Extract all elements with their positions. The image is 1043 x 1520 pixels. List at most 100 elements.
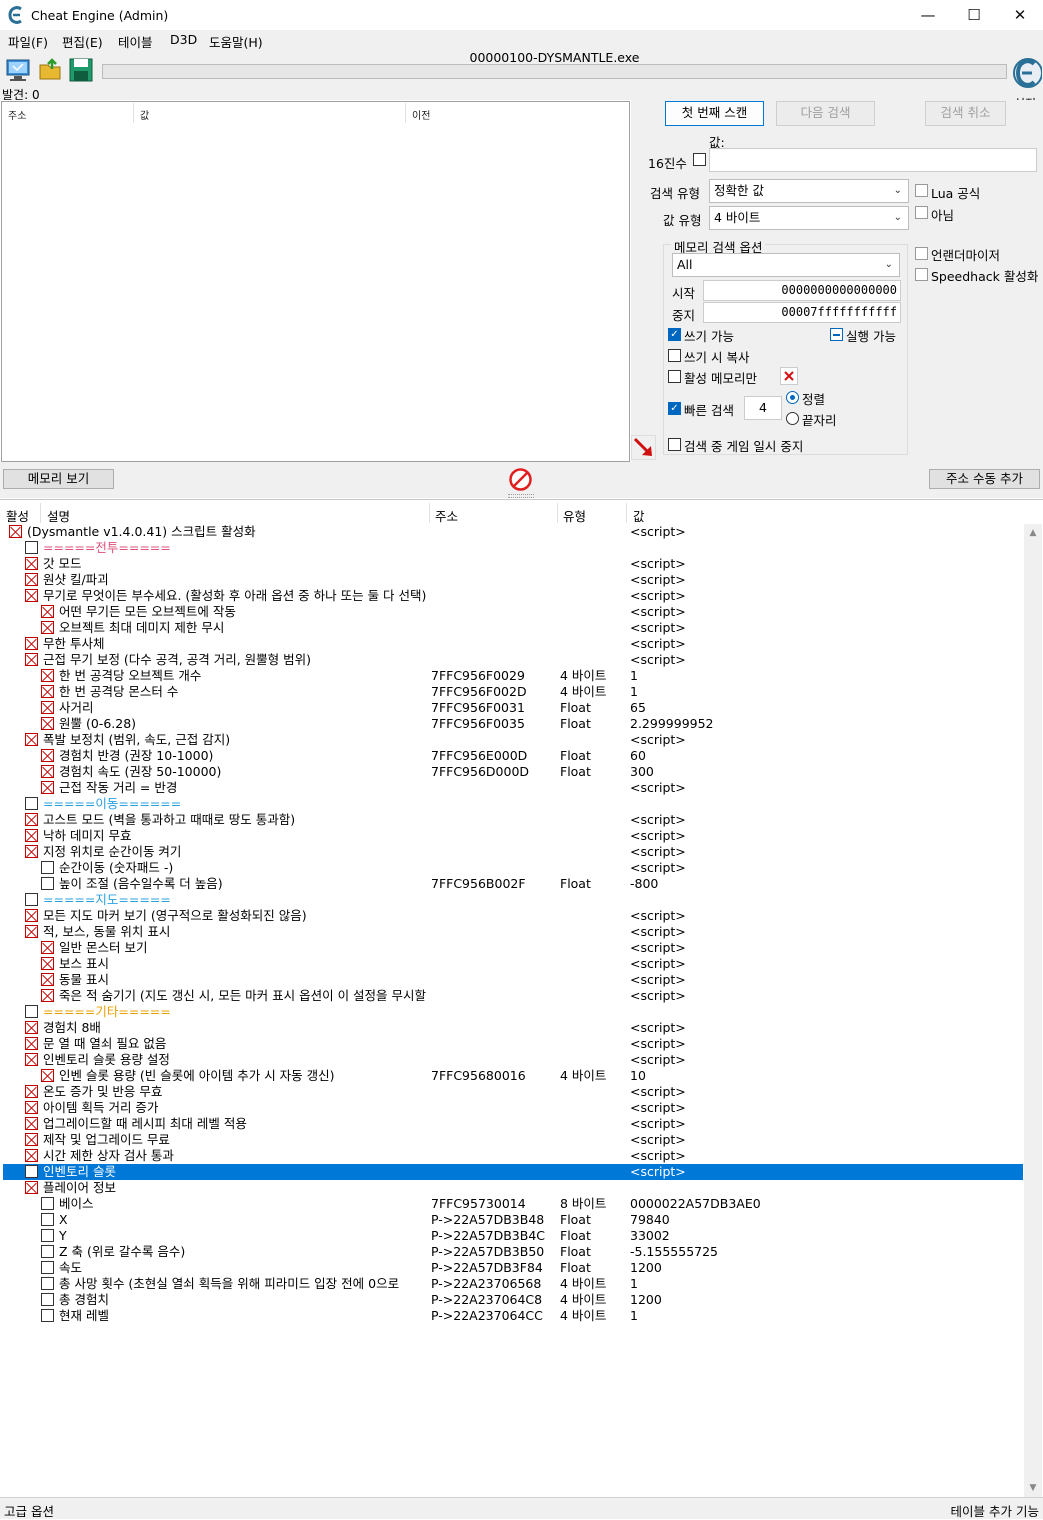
unrandomizer-checkbox[interactable] bbox=[915, 247, 928, 260]
writable-checkbox[interactable]: ✓ bbox=[668, 328, 681, 341]
pause-game-checkbox[interactable] bbox=[668, 438, 681, 451]
table-row[interactable]: 경험치 속도 (권장 50-10000) 7FFC956D000D Float 300 bbox=[3, 764, 1023, 780]
row-active-checkbox[interactable] bbox=[25, 909, 38, 922]
table-row[interactable]: 폭발 보정치 (범위, 속도, 근접 감지) <script> bbox=[3, 732, 1023, 748]
row-active-checkbox[interactable] bbox=[25, 797, 38, 810]
advanced-options-link[interactable]: 고급 옵션 bbox=[4, 1501, 54, 1520]
open-file-icon[interactable] bbox=[38, 57, 64, 83]
table-row[interactable]: 사거리 7FFC956F0031 Float 65 bbox=[3, 700, 1023, 716]
table-row[interactable]: 근접 무기 보정 (다수 공격, 공격 거리, 원뿔형 범위) <script> bbox=[3, 652, 1023, 668]
table-header-address[interactable]: 주소 bbox=[435, 506, 458, 525]
splitter-handle[interactable] bbox=[508, 494, 534, 498]
table-extras-link[interactable]: 테이블 추가 기능 bbox=[951, 1501, 1039, 1520]
table-row[interactable]: 속도 P->22A57DB3F84 Float 1200 bbox=[3, 1260, 1023, 1276]
row-active-checkbox[interactable] bbox=[25, 557, 38, 570]
row-active-checkbox[interactable] bbox=[41, 605, 54, 618]
row-active-checkbox[interactable] bbox=[41, 941, 54, 954]
table-row[interactable]: =====전투===== bbox=[3, 540, 1023, 556]
table-row[interactable]: 시간 제한 상자 검사 통과 <script> bbox=[3, 1148, 1023, 1164]
clear-x-icon[interactable] bbox=[780, 367, 798, 385]
table-header-type[interactable]: 유형 bbox=[563, 506, 586, 525]
table-header-active[interactable]: 활성 bbox=[6, 506, 29, 525]
table-row[interactable]: 오브젝트 최대 데미지 제한 무시 <script> bbox=[3, 620, 1023, 636]
table-row[interactable]: 총 경험치 P->22A237064C8 4 바이트 1200 bbox=[3, 1292, 1023, 1308]
table-row[interactable]: =====지도===== bbox=[3, 892, 1023, 908]
speedhack-checkbox[interactable] bbox=[915, 268, 928, 281]
row-active-checkbox[interactable] bbox=[41, 1245, 54, 1258]
row-active-checkbox[interactable] bbox=[25, 653, 38, 666]
table-row[interactable]: 현재 레벨 P->22A237064CC 4 바이트 1 bbox=[3, 1308, 1023, 1324]
found-header-address[interactable]: 주소 bbox=[8, 107, 26, 122]
row-active-checkbox[interactable] bbox=[25, 1165, 38, 1178]
row-active-checkbox[interactable] bbox=[25, 893, 38, 906]
table-row[interactable]: 순간이동 (숫자패드 -) <script> bbox=[3, 860, 1023, 876]
row-active-checkbox[interactable] bbox=[25, 1149, 38, 1162]
table-row[interactable]: 적, 보스, 동물 위치 표시 <script> bbox=[3, 924, 1023, 940]
first-scan-button[interactable]: 첫 번째 스캔 bbox=[665, 101, 764, 126]
table-row[interactable]: (Dysmantle v1.4.0.41) 스크립트 활성화 <script> bbox=[3, 524, 1023, 540]
settings-logo-icon[interactable] bbox=[1012, 53, 1042, 93]
row-active-checkbox[interactable] bbox=[41, 1293, 54, 1306]
table-row[interactable]: 근접 작동 거리 = 반경 <script> bbox=[3, 780, 1023, 796]
row-active-checkbox[interactable] bbox=[41, 781, 54, 794]
table-row[interactable]: 총 사망 횟수 (초현실 열쇠 획득을 위해 피라미드 입장 전에 0으로 P->… bbox=[3, 1276, 1023, 1292]
menu-edit[interactable]: 편집(E) bbox=[62, 32, 103, 51]
table-row[interactable]: 한 번 공격당 오브젝트 개수 7FFC956F0029 4 바이트 1 bbox=[3, 668, 1023, 684]
table-row[interactable]: 한 번 공격당 몬스터 수 7FFC956F002D 4 바이트 1 bbox=[3, 684, 1023, 700]
save-icon[interactable] bbox=[68, 57, 94, 83]
table-scrollbar[interactable]: ▲ ▼ bbox=[1024, 524, 1042, 1497]
table-header-value[interactable]: 값 bbox=[633, 506, 645, 525]
table-row[interactable]: =====이동====== bbox=[3, 796, 1023, 812]
open-process-icon[interactable] bbox=[5, 57, 31, 83]
table-row[interactable]: 어떤 무기든 모든 오브젝트에 작동 <script> bbox=[3, 604, 1023, 620]
row-active-checkbox[interactable] bbox=[41, 701, 54, 714]
row-active-checkbox[interactable] bbox=[25, 1181, 38, 1194]
table-row[interactable]: 지정 위치로 순간이동 켜기 <script> bbox=[3, 844, 1023, 860]
row-active-checkbox[interactable] bbox=[41, 1277, 54, 1290]
stop-address-input[interactable]: 00007fffffffffff bbox=[703, 302, 901, 323]
hex-checkbox[interactable] bbox=[693, 153, 706, 166]
table-row[interactable]: 무한 투사체 <script> bbox=[3, 636, 1023, 652]
table-row[interactable]: 모든 지도 마커 보기 (영구적으로 활성화되진 않음) <script> bbox=[3, 908, 1023, 924]
table-row[interactable]: 인벤 슬롯 용량 (빈 슬롯에 아이템 추가 시 자동 갱신) 7FFC95680… bbox=[3, 1068, 1023, 1084]
start-address-input[interactable]: 0000000000000000 bbox=[703, 280, 901, 301]
fast-scan-checkbox[interactable]: ✓ bbox=[668, 402, 681, 415]
table-row[interactable]: 일반 몬스터 보기 <script> bbox=[3, 940, 1023, 956]
table-row[interactable]: 낙하 데미지 무효 <script> bbox=[3, 828, 1023, 844]
found-header-previous[interactable]: 이전 bbox=[412, 107, 430, 122]
close-button[interactable]: ✕ bbox=[997, 0, 1043, 30]
scan-type-select[interactable]: 정확한 값 ⌄ bbox=[709, 179, 909, 203]
row-active-checkbox[interactable] bbox=[41, 1229, 54, 1242]
table-row[interactable]: 죽은 적 숨기기 (지도 갱신 시, 모든 마커 표시 옵션이 이 설정을 무시… bbox=[3, 988, 1023, 1004]
row-active-checkbox[interactable] bbox=[9, 525, 22, 538]
row-active-checkbox[interactable] bbox=[41, 957, 54, 970]
row-active-checkbox[interactable] bbox=[25, 845, 38, 858]
memory-region-select[interactable]: All ⌄ bbox=[672, 253, 900, 277]
scroll-down-icon[interactable]: ▼ bbox=[1024, 1479, 1042, 1497]
row-active-checkbox[interactable] bbox=[41, 989, 54, 1002]
table-row[interactable]: 인벤토리 슬롯 용량 설정 <script> bbox=[3, 1052, 1023, 1068]
add-address-manually-button[interactable]: 주소 수동 추가 bbox=[929, 469, 1040, 489]
row-active-checkbox[interactable] bbox=[25, 733, 38, 746]
row-active-checkbox[interactable] bbox=[41, 1197, 54, 1210]
row-active-checkbox[interactable] bbox=[41, 717, 54, 730]
table-row[interactable]: 무기로 무엇이든 부수세요. (활성화 후 아래 옵션 중 하나 또는 둘 다 … bbox=[3, 588, 1023, 604]
row-active-checkbox[interactable] bbox=[41, 1261, 54, 1274]
row-active-checkbox[interactable] bbox=[25, 1053, 38, 1066]
row-active-checkbox[interactable] bbox=[41, 621, 54, 634]
table-row[interactable]: 원샷 킬/파괴 <script> bbox=[3, 572, 1023, 588]
row-active-checkbox[interactable] bbox=[25, 1021, 38, 1034]
scroll-up-icon[interactable]: ▲ bbox=[1024, 524, 1042, 542]
table-row[interactable]: 경험치 8배 <script> bbox=[3, 1020, 1023, 1036]
minimize-button[interactable]: — bbox=[905, 0, 951, 30]
table-row[interactable]: 높이 조절 (음수일수록 더 높음) 7FFC956B002F Float -800 bbox=[3, 876, 1023, 892]
table-row[interactable]: 플레이어 정보 bbox=[3, 1180, 1023, 1196]
table-row[interactable]: 갓 모드 <script> bbox=[3, 556, 1023, 572]
lua-formula-checkbox[interactable] bbox=[915, 184, 928, 197]
table-row[interactable]: 업그레이드할 때 레시피 최대 레벨 적용 <script> bbox=[3, 1116, 1023, 1132]
stop-icon[interactable] bbox=[508, 467, 533, 492]
table-row[interactable]: X P->22A57DB3B48 Float 79840 bbox=[3, 1212, 1023, 1228]
row-active-checkbox[interactable] bbox=[25, 813, 38, 826]
row-active-checkbox[interactable] bbox=[25, 637, 38, 650]
aligned-radio[interactable] bbox=[786, 391, 799, 404]
